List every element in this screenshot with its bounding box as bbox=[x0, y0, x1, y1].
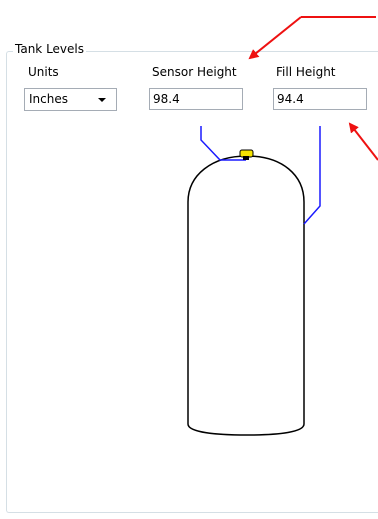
fill-height-line bbox=[303, 126, 321, 225]
sensor-annotation-arrow-diagonal bbox=[248, 16, 302, 60]
sensor-height-line bbox=[200, 126, 246, 161]
tank-levels-panel: Tank Levels Units Sensor Height Fill Hei… bbox=[0, 0, 378, 519]
tank-outline bbox=[187, 155, 305, 436]
sensor-marker-icon bbox=[239, 149, 254, 160]
tank-diagram bbox=[187, 16, 378, 436]
fill-annotation-arrow bbox=[348, 122, 378, 161]
